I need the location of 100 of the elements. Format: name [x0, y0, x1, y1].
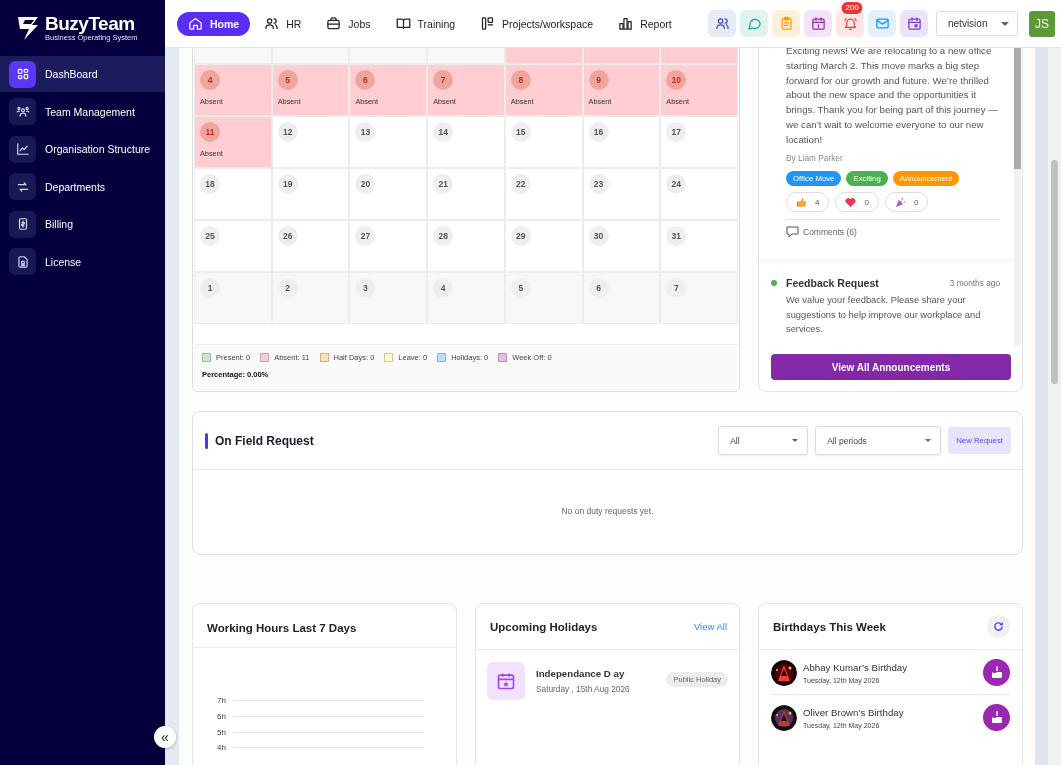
- day-number: 2: [277, 278, 298, 298]
- calendar-day[interactable]: 26: [272, 221, 349, 271]
- bell-button[interactable]: [836, 10, 864, 37]
- day-number: 7: [666, 278, 687, 298]
- refresh-icon: [993, 621, 1004, 632]
- birthday-name: Oliver Brown’s Birthday: [803, 706, 904, 718]
- calendar-icon: [810, 16, 826, 31]
- calendar-day[interactable]: 2: [272, 273, 349, 323]
- calendar-day[interactable]: 18: [195, 169, 271, 219]
- calendar-day[interactable]: 5: [505, 273, 582, 323]
- calendar-day[interactable]: 6: [583, 273, 660, 323]
- calendar-day[interactable]: 14: [428, 117, 504, 167]
- comment-icon: [786, 226, 799, 239]
- calendar-day[interactable]: 25: [195, 221, 271, 271]
- calendar-day[interactable]: 7: [661, 273, 737, 323]
- bar-chart-icon: [618, 16, 634, 31]
- axis-label: 4h: [217, 743, 227, 753]
- calendar-day[interactable]: 1: [195, 273, 271, 323]
- calendar-day[interactable]: 4: [428, 273, 504, 323]
- calendar-day[interactable]: 3: [350, 273, 427, 323]
- day-number: 6: [588, 278, 609, 298]
- calendar-day[interactable]: 13: [350, 117, 427, 167]
- sidebar-item[interactable]: Team Management: [0, 93, 165, 130]
- users-button[interactable]: [708, 10, 736, 37]
- day-number: 9: [588, 70, 609, 90]
- day-number: 7: [433, 70, 454, 90]
- calendar-day[interactable]: 19: [272, 169, 349, 219]
- card-title: Upcoming Holidays: [490, 620, 598, 633]
- day-number: 10: [666, 70, 687, 90]
- refresh-button[interactable]: [987, 615, 1010, 638]
- sidebar-item[interactable]: Organisation Structure: [0, 131, 165, 167]
- users-icon: [714, 16, 730, 31]
- clipboard-button[interactable]: [772, 10, 800, 37]
- day-number: 25: [200, 226, 220, 246]
- nav-tab[interactable]: Projects/workspace: [469, 11, 605, 36]
- day-number: 5: [277, 70, 298, 90]
- announcement-text: We value your feedback. Please share your suggestions to help improve our workplace and services.: [786, 294, 982, 337]
- calendar-day[interactable]: 17: [661, 117, 737, 167]
- nav-tab[interactable]: Training: [384, 11, 467, 36]
- calendar-day[interactable]: 27: [350, 221, 427, 271]
- calendar-day[interactable]: 28: [428, 221, 504, 271]
- cake-button[interactable]: [983, 704, 1010, 731]
- day-number: 22: [510, 174, 531, 194]
- reaction-button[interactable]: 0: [884, 192, 929, 213]
- calendar-day[interactable]: 30: [583, 221, 660, 271]
- reaction-button[interactable]: 4: [786, 192, 830, 213]
- calendar-button[interactable]: [900, 10, 928, 37]
- comments-link[interactable]: Comments (6): [786, 219, 1000, 261]
- day-number: 6: [355, 70, 376, 90]
- holiday-name: Independance D ay: [536, 668, 626, 679]
- calendar-day[interactable]: 20: [350, 169, 427, 219]
- day-number: 20: [355, 174, 376, 194]
- company-dropdown[interactable]: netvision: [936, 11, 1018, 36]
- nav-tab[interactable]: Jobs: [315, 11, 382, 36]
- calendar-button[interactable]: [804, 10, 832, 37]
- announcement-text: Exciting news! We are relocating to a new office starting March 2. This move marks a big step forward for our growth and future. We’re thrilled about the new space and the opportunities it brings. Thank you for being part of this journey — we can’t wait to welcome everyone to our new location!: [786, 48, 999, 147]
- calendar-day[interactable]: 31: [661, 221, 737, 271]
- collapse-button[interactable]: «: [154, 726, 176, 748]
- calendar-day[interactable]: 24: [661, 169, 737, 219]
- calendar-day[interactable]: 21: [428, 169, 504, 219]
- sidebar-item[interactable]: License: [0, 243, 165, 280]
- day-number: 1: [200, 278, 220, 298]
- nav-tab[interactable]: HR: [253, 11, 313, 36]
- day-number: 14: [433, 122, 454, 142]
- section-title: On Field Request: [215, 433, 314, 448]
- chat-icon: [746, 16, 762, 31]
- day-number: 27: [355, 226, 376, 246]
- cake-icon: [989, 666, 1004, 679]
- page-scrollbar[interactable]: [1048, 48, 1061, 765]
- chat-button[interactable]: [740, 10, 768, 37]
- kanban-icon: [480, 16, 496, 31]
- calendar-day[interactable]: 12: [272, 117, 349, 167]
- day-number: 24: [666, 174, 687, 194]
- home-icon: [188, 16, 203, 31]
- axis-label: 7h: [217, 696, 227, 706]
- holiday-date: Saturday , 15th Aug 2026: [536, 684, 630, 694]
- filter-dropdown[interactable]: All periods: [815, 426, 942, 455]
- birthday-name: Abhay Kumar’s Birthday: [803, 661, 908, 673]
- announcement-time: 3 months ago: [949, 278, 1000, 289]
- view-all-link[interactable]: View All: [693, 621, 727, 632]
- view-all-announcements-button[interactable]: View All Announcements: [771, 354, 1011, 380]
- calendar-day[interactable]: 15: [505, 117, 582, 167]
- nav-tab[interactable]: Report: [607, 11, 683, 36]
- reaction-button[interactable]: 0: [835, 192, 879, 213]
- calendar-day[interactable]: 29: [505, 221, 582, 271]
- sidebar-item[interactable]: Billing: [0, 206, 165, 242]
- nav-tab[interactable]: Home: [177, 11, 251, 36]
- sidebar-item[interactable]: Departments: [0, 168, 165, 205]
- mail-button[interactable]: [868, 10, 896, 37]
- calendar-day[interactable]: 22: [505, 169, 582, 219]
- filter-dropdown[interactable]: All: [718, 426, 809, 455]
- calendar-day[interactable]: 16: [583, 117, 660, 167]
- swap-icon: [15, 179, 30, 194]
- users-icon: [264, 16, 280, 31]
- sidebar-item[interactable]: DashBoard: [0, 56, 165, 92]
- day-number: 29: [510, 226, 531, 246]
- calendar-day[interactable]: 23: [583, 169, 660, 219]
- scrollbar[interactable]: [1014, 48, 1021, 346]
- heart-icon: [845, 196, 857, 208]
- cake-button[interactable]: [983, 659, 1010, 686]
